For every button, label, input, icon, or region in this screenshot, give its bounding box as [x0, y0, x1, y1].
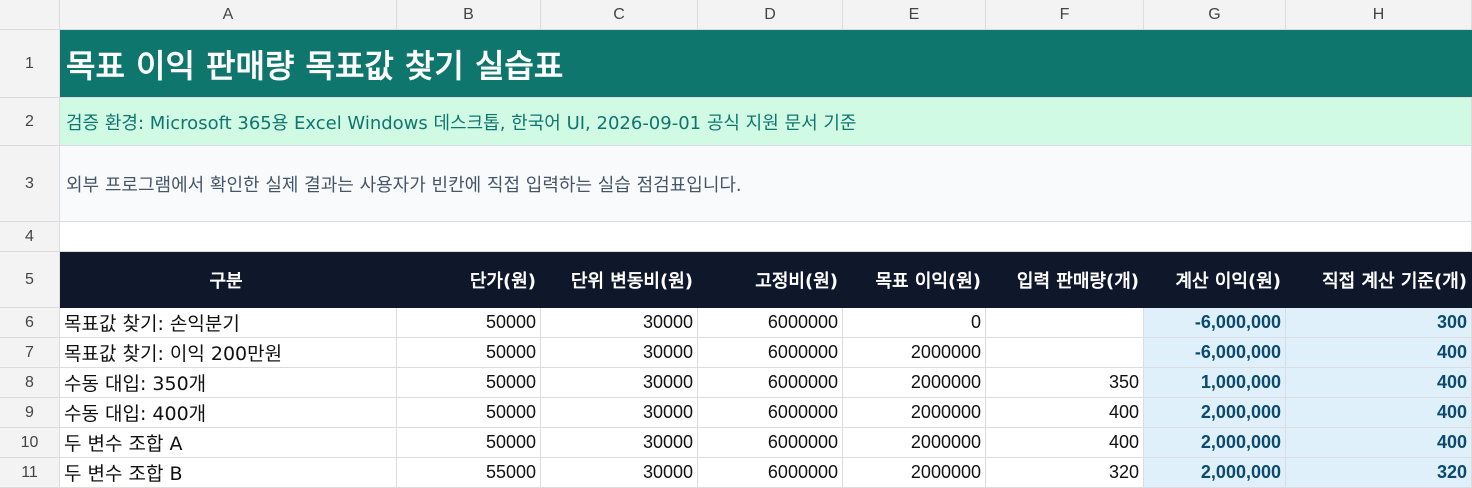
table-cell-variable-cost[interactable]: 30000 [541, 398, 698, 428]
table-row-label[interactable]: 수동 대입: 350개 [60, 368, 397, 398]
table-cell-calculated-profit[interactable]: 2,000,000 [1144, 428, 1286, 458]
table-cell-unit-price[interactable]: 50000 [397, 308, 541, 338]
table-cell-fixed-cost[interactable]: 6000000 [698, 338, 843, 368]
table-header-unit-price[interactable]: 단가(원) [397, 252, 541, 308]
column-header-f[interactable]: F [986, 0, 1144, 30]
table-cell-direct-basis[interactable]: 400 [1286, 428, 1472, 458]
table-row-label[interactable]: 목표값 찾기: 손익분기 [60, 308, 397, 338]
table-cell-direct-basis[interactable]: 300 [1286, 308, 1472, 338]
table-row-label[interactable]: 두 변수 조합 B [60, 458, 397, 488]
table-cell-input-quantity[interactable]: 350 [986, 368, 1144, 398]
row-header-11[interactable]: 11 [0, 458, 60, 488]
table-cell-unit-price[interactable]: 50000 [397, 368, 541, 398]
table-cell-unit-price[interactable]: 50000 [397, 338, 541, 368]
row-header-9[interactable]: 9 [0, 398, 60, 428]
column-header-b[interactable]: B [397, 0, 541, 30]
row-header-8[interactable]: 8 [0, 368, 60, 398]
table-cell-fixed-cost[interactable]: 6000000 [698, 398, 843, 428]
table-cell-variable-cost[interactable]: 30000 [541, 368, 698, 398]
row-header-3[interactable]: 3 [0, 146, 60, 222]
table-cell-input-quantity[interactable]: 400 [986, 398, 1144, 428]
column-header-e[interactable]: E [843, 0, 986, 30]
blank-row-cell[interactable] [60, 222, 1472, 252]
row-header-10[interactable]: 10 [0, 428, 60, 458]
table-cell-target-profit[interactable]: 2000000 [843, 398, 986, 428]
table-cell-direct-basis[interactable]: 400 [1286, 368, 1472, 398]
table-cell-input-quantity[interactable]: 400 [986, 428, 1144, 458]
table-header-input-quantity[interactable]: 입력 판매량(개) [986, 252, 1144, 308]
table-cell-fixed-cost[interactable]: 6000000 [698, 368, 843, 398]
table-cell-calculated-profit[interactable]: -6,000,000 [1144, 338, 1286, 368]
table-cell-fixed-cost[interactable]: 6000000 [698, 428, 843, 458]
column-header-h[interactable]: H [1286, 0, 1472, 30]
table-header-category[interactable]: 구분 [60, 252, 397, 308]
column-header-g[interactable]: G [1144, 0, 1286, 30]
column-header-c[interactable]: C [541, 0, 698, 30]
table-cell-calculated-profit[interactable]: -6,000,000 [1144, 308, 1286, 338]
note-cell[interactable]: 외부 프로그램에서 확인한 실제 결과는 사용자가 빈칸에 직접 입력하는 실습… [60, 146, 1472, 222]
row-header-6[interactable]: 6 [0, 308, 60, 338]
table-cell-target-profit[interactable]: 2000000 [843, 458, 986, 488]
table-cell-variable-cost[interactable]: 30000 [541, 338, 698, 368]
table-cell-calculated-profit[interactable]: 2,000,000 [1144, 458, 1286, 488]
row-header-4[interactable]: 4 [0, 222, 60, 252]
table-cell-fixed-cost[interactable]: 6000000 [698, 308, 843, 338]
table-cell-input-quantity[interactable] [986, 308, 1144, 338]
table-cell-input-quantity[interactable]: 320 [986, 458, 1144, 488]
table-cell-variable-cost[interactable]: 30000 [541, 308, 698, 338]
table-row-label[interactable]: 목표값 찾기: 이익 200만원 [60, 338, 397, 368]
table-cell-unit-price[interactable]: 55000 [397, 458, 541, 488]
column-header-a[interactable]: A [60, 0, 397, 30]
table-header-target-profit[interactable]: 목표 이익(원) [843, 252, 986, 308]
table-cell-calculated-profit[interactable]: 1,000,000 [1144, 368, 1286, 398]
table-cell-unit-price[interactable]: 50000 [397, 428, 541, 458]
table-header-variable-cost[interactable]: 단위 변동비(원) [541, 252, 698, 308]
table-row-label[interactable]: 두 변수 조합 A [60, 428, 397, 458]
table-cell-variable-cost[interactable]: 30000 [541, 428, 698, 458]
table-row-label[interactable]: 수동 대입: 400개 [60, 398, 397, 428]
table-cell-fixed-cost[interactable]: 6000000 [698, 458, 843, 488]
table-header-direct-basis[interactable]: 직접 계산 기준(개) [1286, 252, 1472, 308]
sheet-title-cell[interactable]: 목표 이익 판매량 목표값 찾기 실습표 [60, 30, 1472, 98]
row-header-2[interactable]: 2 [0, 98, 60, 146]
table-header-calculated-profit[interactable]: 계산 이익(원) [1144, 252, 1286, 308]
row-header-5[interactable]: 5 [0, 252, 60, 308]
table-header-fixed-cost[interactable]: 고정비(원) [698, 252, 843, 308]
table-cell-target-profit[interactable]: 2000000 [843, 368, 986, 398]
row-header-7[interactable]: 7 [0, 338, 60, 368]
table-cell-direct-basis[interactable]: 320 [1286, 458, 1472, 488]
table-cell-input-quantity[interactable] [986, 338, 1144, 368]
table-cell-target-profit[interactable]: 2000000 [843, 338, 986, 368]
environment-cell[interactable]: 검증 환경: Microsoft 365용 Excel Windows 데스크톱… [60, 98, 1472, 146]
select-all-corner[interactable] [0, 0, 60, 30]
spreadsheet-grid: A B C D E F G H 1 목표 이익 판매량 목표값 찾기 실습표 2… [0, 0, 1472, 488]
column-header-d[interactable]: D [698, 0, 843, 30]
table-cell-unit-price[interactable]: 50000 [397, 398, 541, 428]
table-cell-calculated-profit[interactable]: 2,000,000 [1144, 398, 1286, 428]
table-cell-direct-basis[interactable]: 400 [1286, 398, 1472, 428]
table-cell-target-profit[interactable]: 2000000 [843, 428, 986, 458]
table-cell-direct-basis[interactable]: 400 [1286, 338, 1472, 368]
table-cell-target-profit[interactable]: 0 [843, 308, 986, 338]
table-cell-variable-cost[interactable]: 30000 [541, 458, 698, 488]
row-header-1[interactable]: 1 [0, 30, 60, 98]
